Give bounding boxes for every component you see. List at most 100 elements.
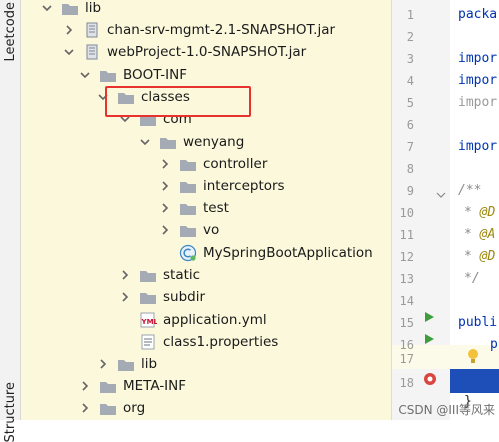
- fold-icon[interactable]: [436, 185, 446, 204]
- properties-file-icon: [139, 334, 157, 350]
- chevron-down-icon[interactable]: [137, 134, 153, 150]
- line-number: 13: [399, 272, 414, 286]
- tree-item-myspringbootapplication[interactable]: MySpringBootApplication: [179, 242, 373, 264]
- chevron-right-icon[interactable]: [157, 156, 173, 172]
- tree-item-webproject-jar[interactable]: webProject-1.0-SNAPSHOT.jar: [61, 41, 306, 63]
- tree-item-label: lib: [85, 0, 102, 16]
- chevron-right-icon[interactable]: [61, 22, 77, 38]
- line-number: 4: [406, 74, 414, 88]
- folder-icon: [179, 156, 197, 172]
- folder-icon: [117, 356, 135, 372]
- tree-item-label: test: [203, 200, 229, 216]
- tree-item-label: META-INF: [123, 378, 187, 394]
- line-number: 1: [406, 8, 414, 22]
- chevron-down-icon[interactable]: [61, 44, 77, 60]
- tree-item-lib[interactable]: lib: [39, 0, 101, 19]
- chevron-right-icon[interactable]: [117, 267, 133, 283]
- folder-icon: [99, 67, 117, 83]
- tree-item-wenyang[interactable]: wenyang: [137, 131, 244, 153]
- folder-icon: [99, 400, 117, 416]
- code-line-4: impor: [458, 73, 498, 88]
- folder-icon: [179, 222, 197, 238]
- tree-item-label: wenyang: [183, 134, 245, 150]
- tree-item-label: chan-srv-mgmt-2.1-SNAPSHOT.jar: [107, 22, 336, 38]
- line-number: 16: [399, 338, 414, 352]
- run-icon[interactable]: [424, 330, 435, 349]
- tree-item-label: BOOT-INF: [123, 67, 187, 83]
- chevron-right-icon[interactable]: [77, 400, 93, 416]
- folder-icon: [99, 378, 117, 394]
- folder-icon: [179, 200, 197, 216]
- code-line-9: /**: [458, 183, 482, 198]
- annotation-token: @D: [479, 249, 496, 264]
- selection-highlight: [450, 369, 499, 393]
- chevron-right-icon[interactable]: [157, 178, 173, 194]
- tree-item-label: controller: [203, 156, 268, 172]
- tree-item-label: subdir: [163, 289, 206, 305]
- tree-item-application-yml[interactable]: YML application.yml: [139, 309, 267, 331]
- code-line-15: publi: [458, 315, 498, 330]
- chevron-down-icon[interactable]: [39, 0, 55, 16]
- tree-item-boot-inf[interactable]: BOOT-INF: [77, 64, 187, 86]
- svg-text:YML: YML: [141, 318, 158, 326]
- structure-tab[interactable]: Structure: [3, 382, 18, 442]
- code-line-7: impor: [458, 139, 498, 154]
- folder-icon: [139, 289, 157, 305]
- leetcode-tab[interactable]: Leetcode: [3, 2, 18, 61]
- lightbulb-icon[interactable]: [466, 348, 480, 370]
- highlight-box: [105, 86, 251, 117]
- watermark: CSDN @III等风来: [398, 403, 495, 417]
- chevron-right-icon[interactable]: [95, 356, 111, 372]
- line-number: 14: [399, 294, 414, 308]
- code-line-1: packa: [458, 7, 498, 22]
- tree-item-label: class1.properties: [163, 334, 279, 350]
- tree-item-org[interactable]: org: [77, 397, 145, 419]
- line-number: 11: [399, 228, 414, 242]
- breakpoint-icon[interactable]: [422, 371, 438, 391]
- chevron-right-icon[interactable]: [77, 378, 93, 394]
- tree-item-label: lib: [141, 356, 158, 372]
- tree-item-subdir[interactable]: subdir: [117, 286, 205, 308]
- line-number: 12: [399, 250, 414, 264]
- line-number: 9: [406, 184, 414, 198]
- tool-window-strip: Leetcode Structure: [0, 0, 21, 442]
- comment-star: *: [464, 249, 480, 264]
- tree-item-vo[interactable]: vo: [157, 219, 219, 241]
- tree-item-lib-inner[interactable]: lib: [95, 353, 157, 375]
- line-number: 5: [406, 96, 414, 110]
- chevron-down-icon[interactable]: [77, 67, 93, 83]
- tree-item-interceptors[interactable]: interceptors: [157, 175, 285, 197]
- line-number: 10: [399, 206, 414, 220]
- chevron-right-icon[interactable]: [117, 289, 133, 305]
- chevron-right-icon[interactable]: [157, 200, 173, 216]
- line-number: 7: [406, 140, 414, 154]
- line-number: 18: [399, 376, 414, 390]
- tree-item-class1-properties[interactable]: class1.properties: [139, 331, 278, 353]
- annotation-token: @A: [479, 227, 496, 242]
- tree-item-controller[interactable]: controller: [157, 153, 267, 175]
- comment-star: *: [464, 205, 480, 220]
- tree-item-label: org: [123, 400, 146, 416]
- line-number: 6: [406, 118, 414, 132]
- chevron-right-icon[interactable]: [157, 222, 173, 238]
- folder-icon: [159, 134, 177, 150]
- yml-file-icon: YML: [139, 312, 157, 328]
- annotation-token: @D: [479, 205, 496, 220]
- comment-star: *: [464, 227, 480, 242]
- code-line-5: impor: [458, 95, 498, 110]
- code-line-16: p: [490, 337, 498, 352]
- tree-item-chan-srv-jar[interactable]: chan-srv-mgmt-2.1-SNAPSHOT.jar: [61, 19, 335, 41]
- tree-item-static[interactable]: static: [117, 264, 200, 286]
- tree-item-label: vo: [203, 222, 220, 238]
- tree-item-label: webProject-1.0-SNAPSHOT.jar: [107, 44, 307, 60]
- run-icon[interactable]: [424, 308, 435, 327]
- line-number: 17: [399, 352, 414, 366]
- folder-icon: [61, 0, 79, 16]
- tree-item-meta-inf[interactable]: META-INF: [77, 375, 186, 397]
- jar-icon: [83, 22, 101, 38]
- tree-item-label: application.yml: [163, 312, 267, 328]
- code-editor[interactable]: 1 2 3 4 5 6 7 8 9 10 11 12 13 14 15 16 1…: [391, 0, 499, 420]
- tree-item-test[interactable]: test: [157, 197, 229, 219]
- folder-icon: [179, 178, 197, 194]
- tree-item-label: MySpringBootApplication: [203, 245, 373, 261]
